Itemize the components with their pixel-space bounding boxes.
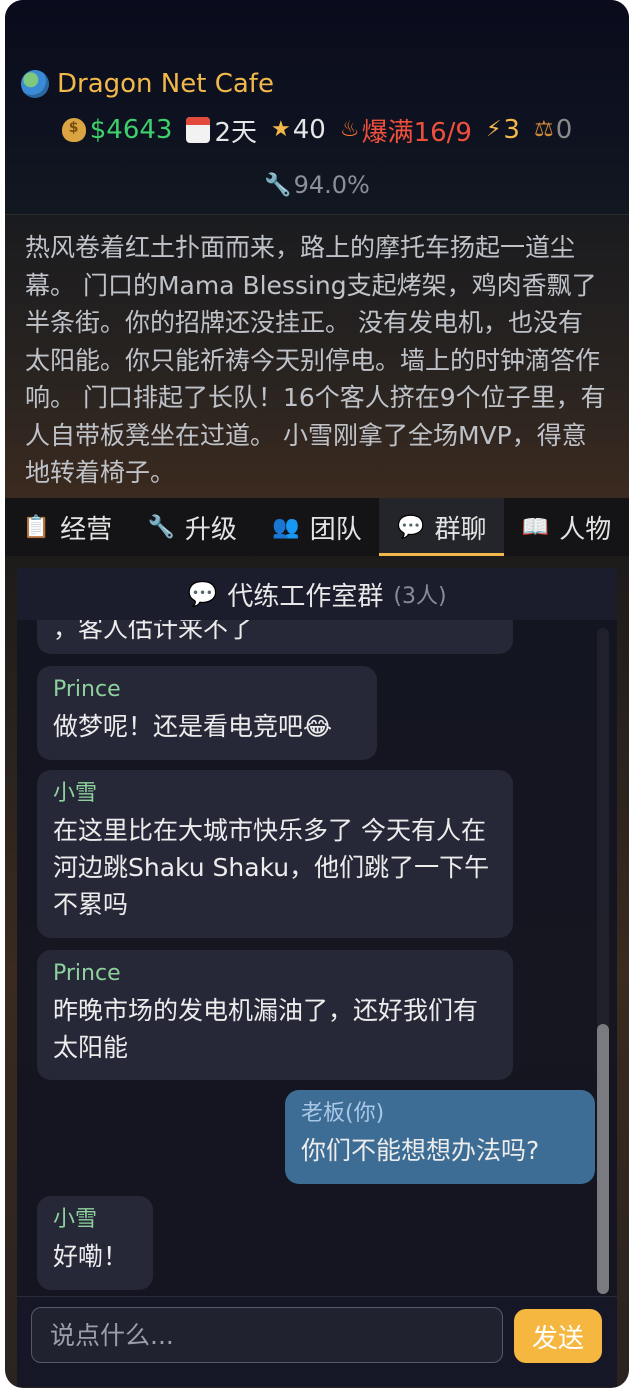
tab-characters[interactable]: 📖 人物 [504, 498, 629, 556]
status-panel: Dragon Net Cafe $4643 2天 ★ 40 ♨ 爆满16/9 ⚡… [5, 0, 629, 214]
tab-label: 人物 [559, 514, 612, 545]
rating-stat: ★ 40 [271, 115, 326, 145]
member-count: (3人) [393, 584, 447, 609]
chat-message: Prince 做梦呢！还是看电竞吧😂 [37, 666, 377, 760]
message-text: ，客人估计来不了 [53, 620, 254, 643]
chat-message-own: 老板(你) 你们不能想想办法吗? [285, 1090, 595, 1184]
money-stat: $4643 [61, 115, 173, 145]
capacity-value: 爆满16/9 [361, 117, 472, 148]
message-sender: Prince [53, 677, 121, 702]
tab-group-chat[interactable]: 💬 群聊 [379, 498, 505, 556]
people-icon: 👥 [272, 514, 300, 540]
group-chat-panel: 💬 代练工作室群 (3人) ，客人估计来不了 Prince 做梦呢！还是看电竞吧… [17, 568, 617, 1387]
wrench-icon: 🔧 [264, 172, 292, 198]
tab-label: 升级 [184, 514, 237, 545]
game-screen: Dragon Net Cafe $4643 2天 ★ 40 ♨ 爆满16/9 ⚡… [5, 0, 629, 1388]
message-input[interactable]: 说点什么... [31, 1307, 503, 1363]
money-bag-icon [61, 118, 86, 142]
cafe-title: Dragon Net Cafe [21, 66, 274, 102]
star-icon: ★ [271, 117, 291, 142]
chat-message-partial: ，客人估计来不了 [37, 620, 513, 654]
days-value: 2天 [214, 117, 258, 148]
story-text: 热风卷着红土扑面而来，路上的摩托车扬起一道尘幕。 门口的Mama Blessin… [25, 233, 606, 487]
message-list[interactable]: ，客人估计来不了 Prince 做梦呢！还是看电竞吧😂 小雪 在这里比在大城市快… [17, 620, 617, 1296]
wrench-icon: 🔧 [147, 514, 175, 540]
message-text: 好嘞！ [53, 1242, 129, 1271]
clipboard-icon: 📋 [22, 514, 51, 540]
message-text: 在这里比在大城市快乐多了 今天有人在河边跳Shaku Shaku，他们跳了一下午… [53, 816, 490, 919]
maintenance-value: 94.0% [293, 171, 370, 199]
message-text: 你们不能想想办法吗? [301, 1136, 540, 1165]
message-sender: 老板(你) [301, 1101, 385, 1126]
send-button[interactable]: 发送 [514, 1309, 602, 1363]
lightning-icon: ⚡ [485, 117, 502, 142]
message-sender: 小雪 [53, 1207, 98, 1232]
chat-message: 小雪 在这里比在大城市快乐多了 今天有人在河边跳Shaku Shaku，他们跳了… [37, 770, 513, 938]
tab-label: 经营 [60, 514, 113, 545]
chat-header: 💬 代练工作室群 (3人) [17, 568, 617, 620]
money-value: $4643 [89, 115, 173, 145]
stats-row: $4643 2天 ★ 40 ♨ 爆满16/9 ⚡ 3 ⚖ 0 [5, 112, 629, 148]
story-panel: 热风卷着红土扑面而来，路上的摩托车扬起一道尘幕。 门口的Mama Blessin… [5, 214, 629, 499]
speech-bubble-icon: 💬 [187, 580, 218, 608]
message-sender: Prince [53, 961, 121, 986]
power-value: 3 [503, 115, 520, 145]
tab-label: 群聊 [434, 514, 487, 545]
scale-stat: ⚖ 0 [534, 115, 572, 145]
scale-value: 0 [555, 115, 573, 145]
tab-upgrade[interactable]: 🔧 升级 [130, 498, 255, 556]
message-text: 昨晚市场的发电机漏油了，还好我们有太阳能 [53, 996, 479, 1062]
globe-icon [21, 70, 49, 98]
chat-title: 代练工作室群 [227, 581, 384, 612]
book-icon: 📖 [521, 514, 550, 540]
rating-value: 40 [292, 115, 326, 145]
tab-bar: 📋 经营 🔧 升级 👥 团队 💬 群聊 📖 人物 [5, 498, 629, 556]
power-stat: ⚡ 3 [486, 115, 520, 145]
cafe-name: Dragon Net Cafe [57, 69, 274, 99]
speech-bubble-icon: 💬 [397, 514, 425, 540]
message-sender: 小雪 [53, 781, 98, 806]
message-text: 做梦呢！还是看电竞吧😂 [53, 712, 333, 741]
tab-team[interactable]: 👥 团队 [255, 498, 380, 556]
calendar-icon [186, 117, 211, 143]
maintenance-stat: 🔧 94.0% [5, 166, 629, 204]
chat-message: 小雪 好嘞！ [37, 1196, 153, 1290]
tab-business[interactable]: 📋 经营 [5, 498, 130, 556]
capacity-stat: ♨ 爆满16/9 [340, 112, 472, 149]
chat-input-bar: 说点什么... 发送 [17, 1296, 617, 1387]
days-stat: 2天 [186, 112, 257, 149]
chat-message: Prince 昨晚市场的发电机漏油了，还好我们有太阳能 [37, 950, 513, 1080]
tab-label: 团队 [309, 514, 362, 545]
scale-icon: ⚖ [533, 117, 554, 142]
scrollbar-thumb[interactable] [597, 1024, 609, 1294]
fire-icon: ♨ [339, 117, 360, 142]
